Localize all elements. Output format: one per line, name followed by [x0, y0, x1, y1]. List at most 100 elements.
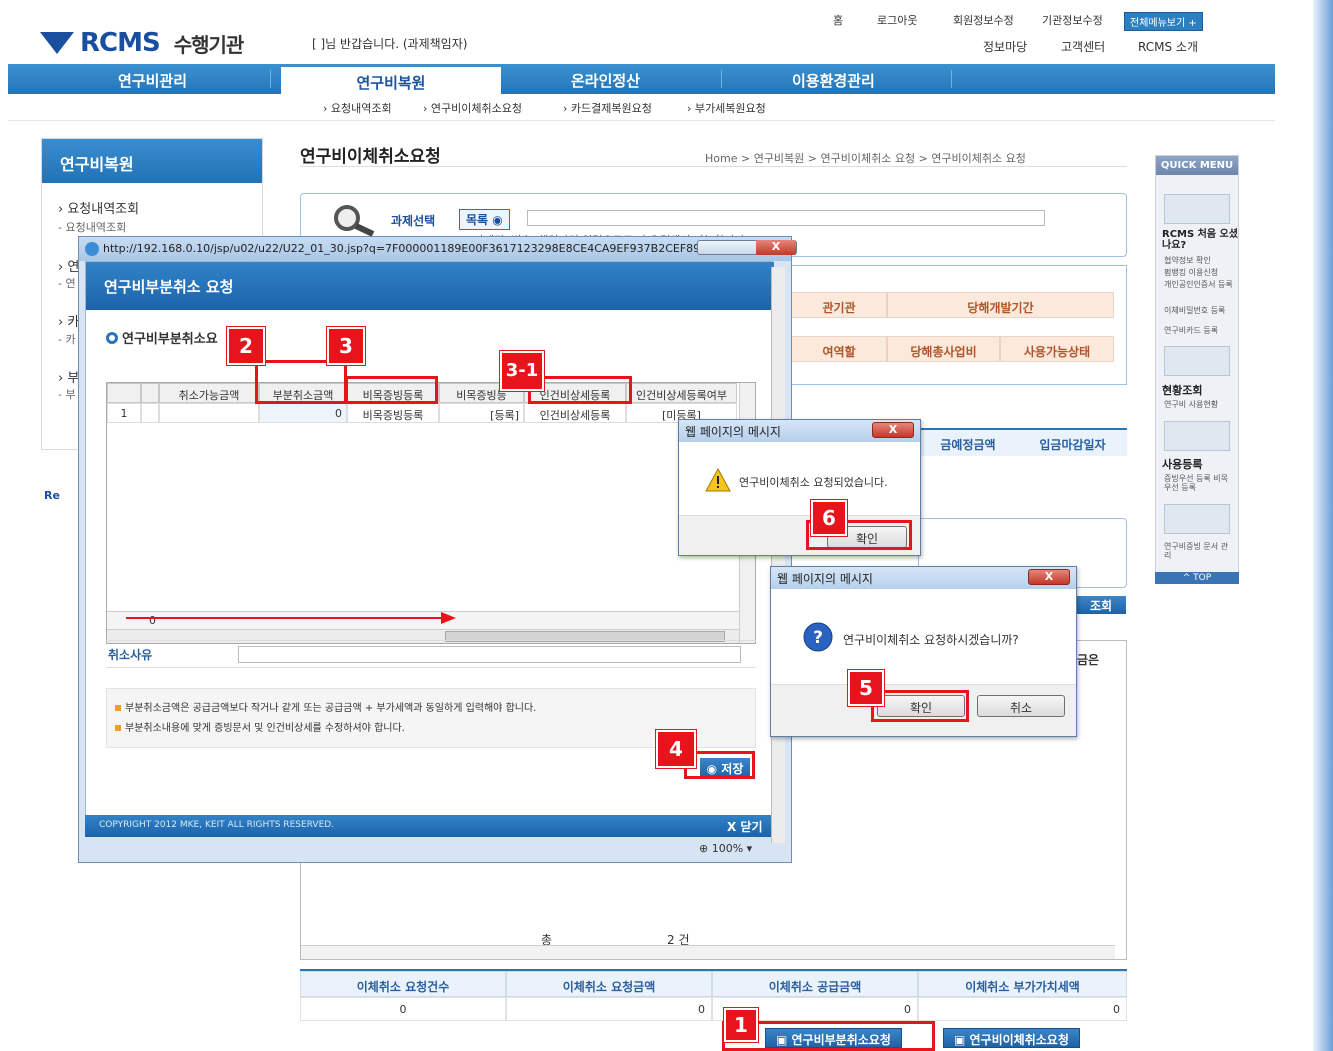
bullet-icon	[115, 725, 121, 731]
search-button[interactable]: 조회	[1076, 596, 1126, 614]
bullet-icon	[115, 705, 121, 711]
side-nav-title: 연구비복원	[42, 139, 262, 183]
annotation-box-2	[255, 360, 347, 404]
quick-link[interactable]: 개인공인인증서 등록	[1164, 280, 1233, 289]
home-link[interactable]: 홈	[833, 12, 843, 28]
grid-header: 인건비상세등록여부	[626, 383, 737, 403]
project-input[interactable]	[527, 210, 1045, 226]
gnb-research-fund[interactable]: 연구비관리	[118, 70, 187, 91]
svg-text:?: ?	[813, 628, 823, 648]
step-badge-2: 2	[227, 327, 265, 365]
all-menu-button[interactable]: 전체메뉴보기 +	[1124, 12, 1203, 31]
quick-use-title[interactable]: 사용등록	[1162, 456, 1202, 472]
subnav-history[interactable]: › 요청내역조회	[323, 100, 392, 116]
page-title: 연구비이체취소요청	[300, 147, 441, 167]
rcms-logo[interactable]: RCMS 수행기관	[40, 28, 244, 58]
close-icon[interactable]: X	[872, 422, 914, 438]
quick-link[interactable]: 이체비밀번호 등록	[1164, 306, 1225, 315]
deposit-table: 금예정금액 입금마감일자	[918, 428, 1127, 480]
summary-value: 0	[506, 997, 712, 1021]
side-nav-history-sub[interactable]: - 요청내역조회	[58, 219, 126, 235]
note-line: 부분취소내용에 맞게 증빙문서 및 인건비상세를 수정하셔야 합니다.	[115, 719, 405, 734]
window-edge	[1313, 0, 1333, 1051]
side-nav-fragment[interactable]: - 부	[58, 386, 76, 402]
step-badge-6: 6	[811, 500, 847, 536]
quick-link[interactable]: 협약정보 확인	[1164, 256, 1211, 265]
question-icon: ?	[803, 622, 833, 652]
section-bullet-icon	[106, 332, 118, 344]
summary-header: 이체취소 공급금액	[712, 971, 918, 997]
logout-link[interactable]: 로그아웃	[877, 12, 917, 28]
top-button[interactable]: ^ TOP	[1155, 572, 1239, 584]
step-badge-3: 3	[327, 327, 365, 365]
table-header: 사용가능상태	[1000, 336, 1114, 362]
reason-row: 취소사유	[106, 640, 756, 668]
step-badge-3-1: 3-1	[500, 351, 544, 391]
gnb-online-settle[interactable]: 온라인정산	[571, 70, 640, 91]
status-search-icon[interactable]	[1164, 346, 1230, 376]
side-nav-fragment[interactable]: › 연	[58, 256, 79, 275]
quick-link[interactable]: 연구비증빙 문서 관리	[1164, 542, 1234, 560]
grid-cell	[141, 403, 159, 423]
subnav-card-restore[interactable]: › 카드결제복원요청	[563, 100, 652, 116]
side-nav-fragment[interactable]: › 부	[58, 367, 79, 386]
window-buttons: X	[697, 240, 797, 255]
list-button[interactable]: 목록 ◉	[459, 209, 510, 230]
side-nav-fragment[interactable]: - 연	[58, 275, 76, 291]
transfer-cancel-button[interactable]: ▣ 연구비이체취소요청	[943, 1028, 1080, 1048]
org-edit-link[interactable]: 기관정보수정	[1042, 12, 1103, 28]
popup-heading: 연구비부분취소 요청	[86, 262, 774, 310]
horizontal-scrollbar[interactable]	[301, 945, 1115, 959]
info-link[interactable]: 정보마당	[983, 38, 1027, 55]
close-icon[interactable]: X	[756, 240, 796, 255]
side-nav-history[interactable]: › 요청내역조회	[58, 198, 139, 217]
proof-status: [등록]	[439, 403, 524, 423]
note-line: 부분취소금액은 공급금액보다 작거나 같게 또는 공급금액 + 부가세액과 동일…	[115, 699, 536, 714]
document-icon[interactable]	[1164, 504, 1230, 534]
partial-amount-input[interactable]: 0	[259, 403, 347, 423]
magnifier-icon	[334, 205, 375, 237]
row-number: 1	[107, 403, 141, 423]
side-nav-fragment[interactable]: › 카	[58, 311, 79, 330]
quick-link[interactable]: 연구비카드 등록	[1164, 326, 1218, 335]
grid-header: 취소가능금액	[159, 383, 259, 403]
header-divider	[8, 120, 1275, 121]
step-badge-4: 4	[656, 730, 696, 768]
proof-register-button[interactable]: 비목증빙등록	[347, 403, 439, 423]
table-header: 입금마감일자	[1018, 430, 1127, 456]
rcms-about-link[interactable]: RCMS 소개	[1138, 38, 1198, 55]
popup-titlebar: http://192.168.0.10/jsp/u02/u22/U22_01_3…	[79, 237, 791, 261]
subnav-transfer-cancel[interactable]: › 연구비이체취소요청	[423, 100, 522, 116]
dialog-message: 연구비이체취소 요청하시겠습니까?	[843, 633, 1019, 647]
table-header: 관기관	[791, 292, 887, 318]
gnb-env-manage[interactable]: 이용환경관리	[792, 70, 875, 91]
annotation-box-3	[345, 376, 438, 404]
table-header: 여역할	[791, 336, 887, 362]
subnav-vat-restore[interactable]: › 부가세복원요청	[687, 100, 766, 116]
labor-detail-button[interactable]: 인건비상세등록	[524, 403, 626, 423]
usage-icon[interactable]	[1164, 421, 1230, 451]
side-nav-fragment[interactable]: - 카	[58, 331, 76, 347]
summary-table: 이체취소 요청건수 이체취소 요청금액 이체취소 공급금액 이체취소 부가가치세…	[300, 969, 1127, 1021]
quick-link[interactable]: 증빙우선 등록 비목우선 등록	[1164, 474, 1234, 492]
quick-link[interactable]: 펌뱅킹 이용신청	[1164, 268, 1218, 277]
summary-header: 이체취소 요청금액	[506, 971, 712, 997]
step-badge-1: 1	[724, 1008, 758, 1042]
member-edit-link[interactable]: 회원정보수정	[953, 12, 1014, 28]
close-icon[interactable]: X	[1028, 569, 1070, 585]
customer-center-link[interactable]: 고객센터	[1061, 38, 1105, 55]
cancel-button[interactable]: 취소	[977, 695, 1065, 717]
home-icon[interactable]	[1164, 194, 1230, 224]
quick-link[interactable]: 연구비 사용현황	[1164, 400, 1218, 409]
quick-status-title[interactable]: 현황조회	[1162, 382, 1202, 398]
global-nav: 연구비관리 연구비복원 온라인정산 이용환경관리	[8, 64, 1275, 94]
arrow-annotation-icon	[126, 612, 456, 624]
quick-first-title: RCMS 처음 오셨나요?	[1162, 229, 1238, 251]
zoom-level[interactable]: ⊕ 100% ▾	[699, 842, 752, 855]
gnb-fund-restore[interactable]: 연구비복원	[281, 67, 501, 94]
summary-value: 0	[918, 997, 1127, 1021]
table-header: 당해총사업비	[887, 336, 1000, 362]
close-button[interactable]: X 닫기	[727, 818, 763, 835]
step-badge-5: 5	[848, 670, 884, 706]
reason-input[interactable]	[238, 646, 741, 663]
